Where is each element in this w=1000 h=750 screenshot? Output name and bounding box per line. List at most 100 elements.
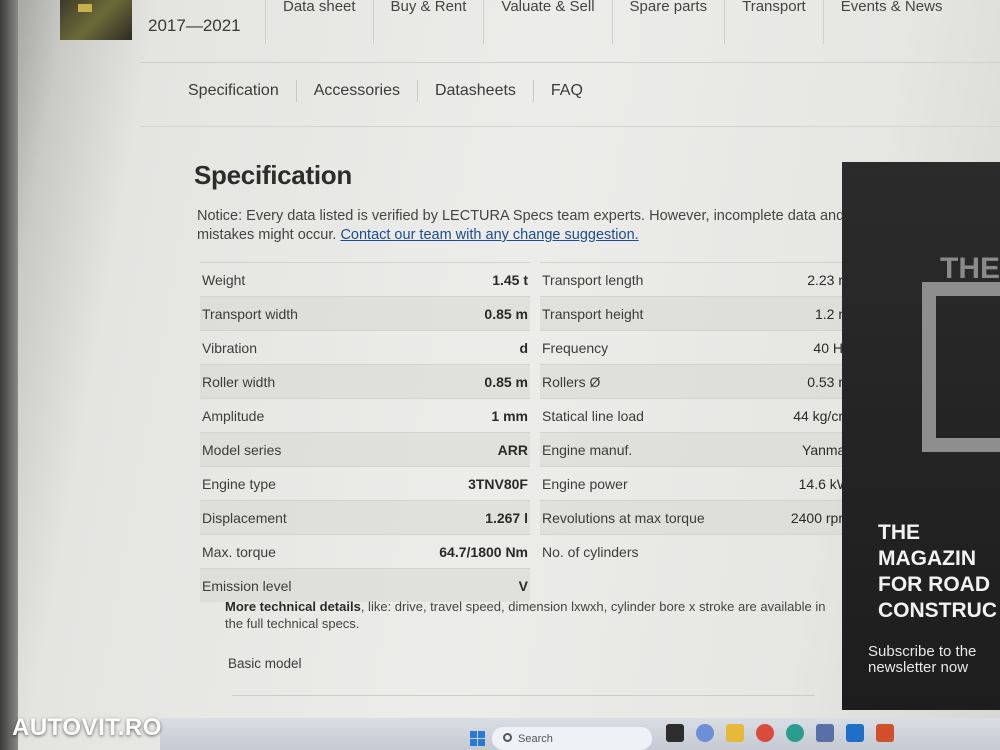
spec-value: 1.45 t — [492, 272, 528, 288]
spec-value: 64.7/1800 Nm — [439, 544, 528, 560]
spec-label: Engine power — [542, 476, 628, 492]
spec-cell: Emission level V — [200, 568, 530, 602]
copilot-icon[interactable] — [696, 724, 714, 742]
spec-label: Transport height — [542, 306, 644, 322]
spec-label: Vibration — [202, 340, 258, 356]
spec-cell: Displacement 1.267 l — [200, 500, 530, 534]
spec-label: Emission level — [202, 578, 292, 594]
spec-cell: Statical line load 44 kg/cm — [540, 398, 852, 432]
spec-value: V — [518, 578, 528, 594]
tab-datasheets[interactable]: Datasheets — [416, 80, 533, 102]
spec-row: Displacement 1.267 l Revolutions at max t… — [200, 500, 855, 534]
ad-top-word: THE — [940, 252, 1000, 285]
tabs-divider — [140, 126, 1000, 127]
spec-cell: No. of cylinders4 — [540, 534, 852, 568]
nav-data-sheet[interactable]: Data sheet — [265, 0, 373, 44]
nav-transport[interactable]: Transport — [724, 0, 823, 44]
spec-label: Transport length — [542, 272, 644, 288]
spec-label: No. of cylinders — [542, 544, 639, 560]
spec-label: Roller width — [202, 374, 276, 390]
spec-cell: Amplitude 1 mm — [200, 398, 530, 432]
nav-spare-parts[interactable]: Spare parts — [611, 0, 725, 44]
notice-text: Notice: Every data listed is verified by… — [197, 207, 847, 245]
ad-subscribe-text[interactable]: Subscribe to the newsletter now — [868, 644, 976, 676]
spec-value: d — [519, 340, 528, 356]
magazine-ad-banner[interactable]: THE THE MAGAZIN FOR ROAD CONSTRUC Subscr… — [842, 162, 1000, 710]
spec-row: Transport width 0.85 m Transport height 1.… — [200, 296, 855, 330]
spec-value: 0.85 m — [484, 374, 528, 390]
spec-label: Frequency — [542, 340, 609, 356]
spec-label: Transport width — [202, 306, 298, 322]
spec-cell: Engine manuf. Yanmar — [540, 432, 852, 466]
file-explorer-icon[interactable] — [666, 724, 684, 742]
ad-v-logo-frame — [922, 282, 1000, 452]
spec-label: Rollers Ø — [542, 374, 601, 390]
nav-events-news[interactable]: Events & News — [822, 0, 960, 44]
outlook-icon[interactable] — [846, 724, 864, 742]
spec-label: Amplitude — [202, 408, 265, 424]
spec-row: Roller width 0.85 m Rollers Ø 0.53 m — [200, 364, 855, 398]
spec-label: Engine type — [202, 476, 276, 492]
folder-icon[interactable] — [726, 724, 744, 742]
top-navigation-bar: 2017—2021 Data sheet Buy & Rent Valuate … — [0, 0, 1000, 62]
spec-value: 1.267 l — [485, 510, 528, 526]
spec-table: Weight 1.45 t Transport length 2.23 m Tran… — [200, 262, 855, 602]
spec-row: Amplitude 1 mm Statical line load 44 kg/cm — [200, 398, 855, 432]
spec-cell: Vibration d — [200, 330, 530, 364]
spec-cell: Roller width 0.85 m — [200, 364, 530, 398]
spec-row: Model series ARR Engine manuf. Yanmar — [200, 432, 855, 466]
thumbnail-machine — [78, 4, 92, 12]
powerpoint-icon[interactable] — [876, 724, 894, 742]
search-icon — [503, 733, 512, 742]
more-details-link[interactable]: More technical details — [225, 599, 361, 614]
spec-value: 0.85 m — [484, 306, 528, 322]
spec-label: Displacement — [202, 510, 287, 526]
spec-label: Max. torque — [202, 544, 276, 560]
edge-icon[interactable] — [786, 724, 804, 742]
ad-headline: THE MAGAZIN FOR ROAD CONSTRUC — [878, 521, 997, 622]
main-nav: Data sheet Buy & Rent Valuate & Sell Spa… — [265, 0, 959, 44]
production-years: 2017—2021 — [148, 16, 241, 35]
spec-label: Statical line load — [542, 408, 644, 424]
chrome-icon[interactable] — [756, 724, 774, 742]
spec-row: Engine type 3TNV80F Engine power 14.6 kW — [200, 466, 855, 500]
spec-cell: Rollers Ø 0.53 m — [540, 364, 852, 398]
basic-model-label: Basic model — [228, 656, 302, 671]
section-tabs: Specification Accessories Datasheets FAQ — [188, 80, 600, 102]
spec-label: Model series — [202, 442, 282, 458]
spec-row: Max. torque 64.7/1800 Nm No. of cylinders… — [200, 534, 855, 568]
spec-cell: Weight 1.45 t — [200, 262, 530, 296]
tab-faq[interactable]: FAQ — [532, 80, 600, 102]
spec-cell: Transport length 2.23 m — [540, 262, 852, 296]
spec-label: Weight — [202, 272, 246, 288]
taskbar-search-input[interactable]: Search — [492, 727, 652, 750]
windows-start-icon[interactable] — [470, 731, 485, 746]
spec-row: Vibration d Frequency 40 Hz — [200, 330, 855, 364]
tab-accessories[interactable]: Accessories — [295, 80, 417, 102]
spec-row: Weight 1.45 t Transport length 2.23 m — [200, 262, 855, 296]
top-divider — [140, 62, 1000, 63]
bottom-divider — [232, 695, 815, 696]
spec-cell: Transport width 0.85 m — [200, 296, 530, 330]
app-icon[interactable] — [816, 724, 834, 742]
spec-label: Revolutions at max torque — [542, 510, 705, 526]
autovit-watermark: AUTOVIT.RO — [12, 714, 162, 741]
contact-team-link[interactable]: Contact our team with any change suggest… — [340, 227, 638, 243]
spec-cell: Revolutions at max torque 2400 rpm — [540, 500, 852, 534]
product-thumbnail[interactable] — [60, 0, 132, 40]
spec-cell: Transport height 1.2 m — [540, 296, 852, 330]
tab-specification[interactable]: Specification — [188, 80, 296, 102]
spec-cell: Max. torque 64.7/1800 Nm — [200, 534, 530, 568]
nav-valuate-sell[interactable]: Valuate & Sell — [483, 0, 611, 44]
spec-row: Emission level V — [200, 568, 855, 602]
spec-cell: Frequency 40 Hz — [540, 330, 852, 364]
nav-buy-rent[interactable]: Buy & Rent — [372, 0, 484, 44]
spec-label: Engine manuf. — [542, 442, 633, 458]
spec-cell: Engine type 3TNV80F — [200, 466, 530, 500]
page-title: Specification — [194, 160, 352, 190]
spec-value: 1 mm — [491, 408, 528, 424]
monitor-bezel — [0, 0, 18, 750]
spec-value: ARR — [497, 442, 528, 458]
more-details-text: More technical details, like: drive, tra… — [225, 598, 835, 632]
spec-value: 3TNV80F — [468, 476, 528, 492]
